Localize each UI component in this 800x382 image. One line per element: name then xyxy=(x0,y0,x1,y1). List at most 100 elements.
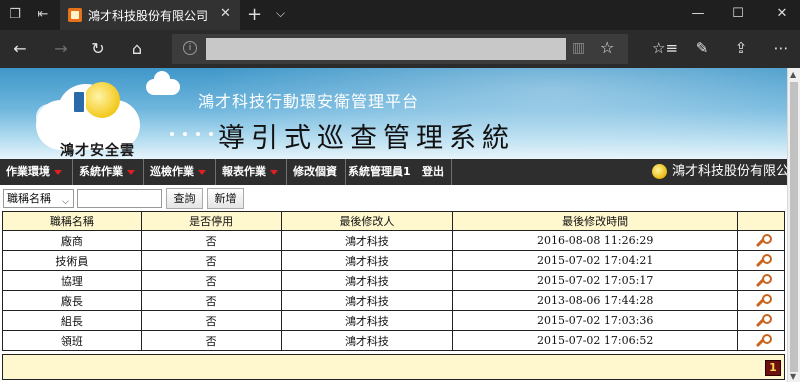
cell-actions xyxy=(737,230,785,251)
menu-edit-profile[interactable]: 修改個資 xyxy=(287,159,346,185)
cell-disabled: 否 xyxy=(140,310,282,331)
column-header[interactable]: 職稱名稱 xyxy=(2,211,142,231)
page-button-current[interactable]: 1 xyxy=(765,360,781,376)
tab-set-aside-icon[interactable]: ❐ xyxy=(7,7,23,23)
add-button[interactable]: 新增 xyxy=(207,188,244,209)
cell-modified-time: 2015-07-02 17:04:21 xyxy=(452,250,739,271)
cell-disabled: 否 xyxy=(140,230,282,251)
search-toolbar: 職稱名稱 ⌵ 查詢 新增 xyxy=(0,185,787,211)
dropdown-arrow-icon xyxy=(54,169,62,175)
wrench-edit-icon[interactable] xyxy=(753,333,772,349)
menu-label: 作業環境 xyxy=(6,165,50,178)
menu-system-operations[interactable]: 系統作業 xyxy=(73,159,144,185)
banner-title: 導引式巡查管理系統 xyxy=(218,123,515,154)
reading-view-icon[interactable]: ▥ xyxy=(572,40,585,56)
table-row: 廠商 否 鴻才科技 2016-08-08 11:26:29 xyxy=(2,230,785,251)
company-logo: 鴻才科技股份有限公司 xyxy=(652,162,800,182)
light-bulb-icon xyxy=(652,164,667,179)
cell-disabled: 否 xyxy=(140,290,282,311)
browser-address-bar: ← → ↻ ⌂ i ▥ ☆ ☆≡ ✎ ⇪ ⋯ xyxy=(0,30,800,68)
wrench-edit-icon[interactable] xyxy=(753,313,772,329)
forward-button[interactable]: → xyxy=(51,39,71,58)
query-button[interactable]: 查詢 xyxy=(166,188,203,209)
select-value: 職稱名稱 xyxy=(7,192,51,205)
cell-actions xyxy=(737,330,785,351)
wrench-edit-icon[interactable] xyxy=(753,273,772,289)
url-input[interactable] xyxy=(206,38,566,60)
tab-list-chevron-icon[interactable]: ⌵ xyxy=(276,6,285,21)
column-header xyxy=(737,211,785,231)
column-header[interactable]: 最後修改人 xyxy=(280,211,454,231)
wrench-edit-icon[interactable] xyxy=(753,253,772,269)
cell-modifier: 鴻才科技 xyxy=(280,270,454,291)
logout-link[interactable]: 登出 xyxy=(422,159,444,185)
cloud-logo: 鴻才安全雲 xyxy=(28,78,148,159)
tab-close-icon[interactable]: ✕ xyxy=(220,6,231,21)
url-box: i ▥ ☆ xyxy=(172,34,628,64)
cell-modified-time: 2013-08-06 17:44:28 xyxy=(452,290,739,311)
cell-actions xyxy=(737,250,785,271)
banner-subtitle: 鴻才科技行動環安衛管理平台 xyxy=(198,92,420,111)
favorites-hub-icon[interactable]: ☆≡ xyxy=(652,39,678,57)
home-button[interactable]: ⌂ xyxy=(127,39,147,58)
menu-label: 巡檢作業 xyxy=(150,165,194,178)
logo-name: 鴻才安全雲 xyxy=(60,143,135,159)
cell-modifier: 鴻才科技 xyxy=(280,230,454,251)
table-row: 協理 否 鴻才科技 2015-07-02 17:05:17 xyxy=(2,270,785,291)
browser-tab[interactable]: 鴻才科技股份有限公司 ✕ xyxy=(60,0,240,30)
phone-icon xyxy=(72,90,86,114)
menu-label: 修改個資 xyxy=(293,165,337,178)
cell-modifier: 鴻才科技 xyxy=(280,330,454,351)
page-scrollbar[interactable]: ▲ ▼ xyxy=(787,68,800,382)
cell-modified-time: 2015-07-02 17:06:52 xyxy=(452,330,739,351)
more-options-icon[interactable]: ⋯ xyxy=(771,39,791,57)
company-name: 鴻才科技股份有限公司 xyxy=(672,164,800,179)
cell-disabled: 否 xyxy=(140,250,282,271)
window-close-button[interactable]: ✕ xyxy=(772,6,792,21)
new-tab-button[interactable]: + xyxy=(247,4,262,25)
cell-actions xyxy=(737,270,785,291)
cell-modified-time: 2015-07-02 17:05:17 xyxy=(452,270,739,291)
window-minimize-button[interactable]: — xyxy=(688,6,708,21)
dropdown-arrow-icon xyxy=(127,169,135,175)
scroll-up-icon[interactable]: ▲ xyxy=(790,70,796,79)
site-info-icon[interactable]: i xyxy=(183,41,197,55)
pagination-bar: 1 xyxy=(2,354,785,380)
window-maximize-button[interactable]: ☐ xyxy=(728,6,748,21)
add-favorite-icon[interactable]: ☆ xyxy=(600,38,614,57)
table-row: 領班 否 鴻才科技 2015-07-02 17:06:52 xyxy=(2,330,785,351)
scroll-down-icon[interactable]: ▼ xyxy=(790,372,796,381)
tab-preview-icon[interactable]: ⇤ xyxy=(35,7,51,23)
menu-label: 系統作業 xyxy=(79,165,123,178)
small-cloud-icon xyxy=(146,71,180,95)
web-note-icon[interactable]: ✎ xyxy=(692,39,712,57)
column-header[interactable]: 最後修改時間 xyxy=(452,211,739,231)
wrench-edit-icon[interactable] xyxy=(753,233,772,249)
current-user: 系統管理員1 xyxy=(348,165,411,178)
tab-title: 鴻才科技股份有限公司 xyxy=(88,9,209,23)
menu-label: 報表作業 xyxy=(222,165,266,178)
column-header[interactable]: 是否停用 xyxy=(140,211,282,231)
search-field-select[interactable]: 職稱名稱 ⌵ xyxy=(3,189,74,208)
main-menu: 作業環境 系統作業 巡檢作業 報表作業 修改個資 系統管理員1 登出 鴻才科技股… xyxy=(0,159,800,185)
refresh-button[interactable]: ↻ xyxy=(88,39,108,58)
scroll-thumb[interactable] xyxy=(790,82,798,372)
browser-tab-bar: ❐ ⇤ 鴻才科技股份有限公司 ✕ + ⌵ — ☐ ✕ xyxy=(0,0,800,30)
cell-modified-time: 2015-07-02 17:03:36 xyxy=(452,310,739,331)
wrench-edit-icon[interactable] xyxy=(753,293,772,309)
cell-modifier: 鴻才科技 xyxy=(280,250,454,271)
search-input[interactable] xyxy=(77,189,162,208)
cell-title: 廠長 xyxy=(2,290,142,311)
cell-modifier: 鴻才科技 xyxy=(280,310,454,331)
menu-work-environment[interactable]: 作業環境 xyxy=(0,159,73,185)
job-title-table: 職稱名稱 是否停用 最後修改人 最後修改時間 廠商 否 鴻才科技 2016-08… xyxy=(2,211,785,351)
menu-report-operations[interactable]: 報表作業 xyxy=(216,159,287,185)
banner-dots xyxy=(170,132,216,136)
share-icon[interactable]: ⇪ xyxy=(731,39,751,57)
site-banner: 鴻才安全雲 鴻才科技行動環安衛管理平台 導引式巡查管理系統 xyxy=(0,68,787,159)
site-favicon-icon xyxy=(68,8,82,22)
menu-inspection-operations[interactable]: 巡檢作業 xyxy=(144,159,216,185)
cell-modified-time: 2016-08-08 11:26:29 xyxy=(452,230,739,251)
back-button[interactable]: ← xyxy=(10,39,30,58)
table-row: 技術員 否 鴻才科技 2015-07-02 17:04:21 xyxy=(2,250,785,271)
